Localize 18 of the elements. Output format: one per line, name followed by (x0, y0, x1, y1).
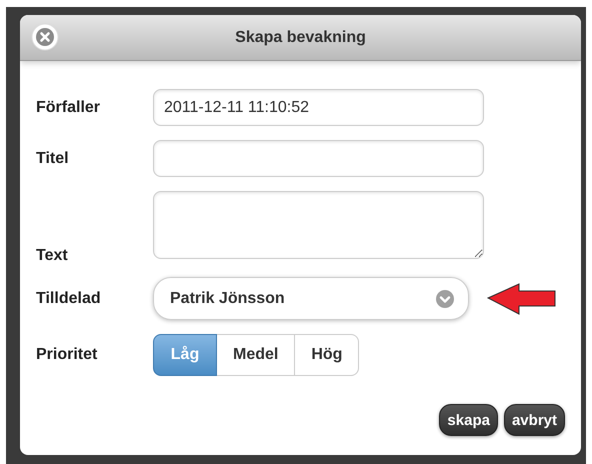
input-field[interactable] (153, 140, 484, 177)
input-field[interactable]: 2011-12-11 11:10:52 (153, 89, 484, 126)
select-value: Patrik Jönsson (170, 290, 285, 308)
priority-option[interactable]: Medel (217, 334, 296, 376)
arrow-icon (487, 282, 557, 316)
text-area[interactable] (153, 191, 484, 259)
close-icon[interactable] (31, 23, 59, 51)
chevron-down-icon (436, 290, 454, 308)
action-button[interactable]: avbryt (504, 404, 565, 436)
dialog-title: Skapa bevakning (235, 28, 366, 46)
field-label: Tilldelad (36, 290, 102, 308)
priority-option[interactable]: Hög (295, 334, 360, 376)
field-label: Prioritet (36, 346, 98, 364)
field-label: Titel (36, 150, 70, 168)
field-label: Förfaller (36, 98, 102, 116)
field-label: Text (36, 247, 69, 265)
select-dropdown[interactable]: Patrik Jönsson (153, 277, 469, 320)
action-button[interactable]: skapa (439, 404, 498, 436)
